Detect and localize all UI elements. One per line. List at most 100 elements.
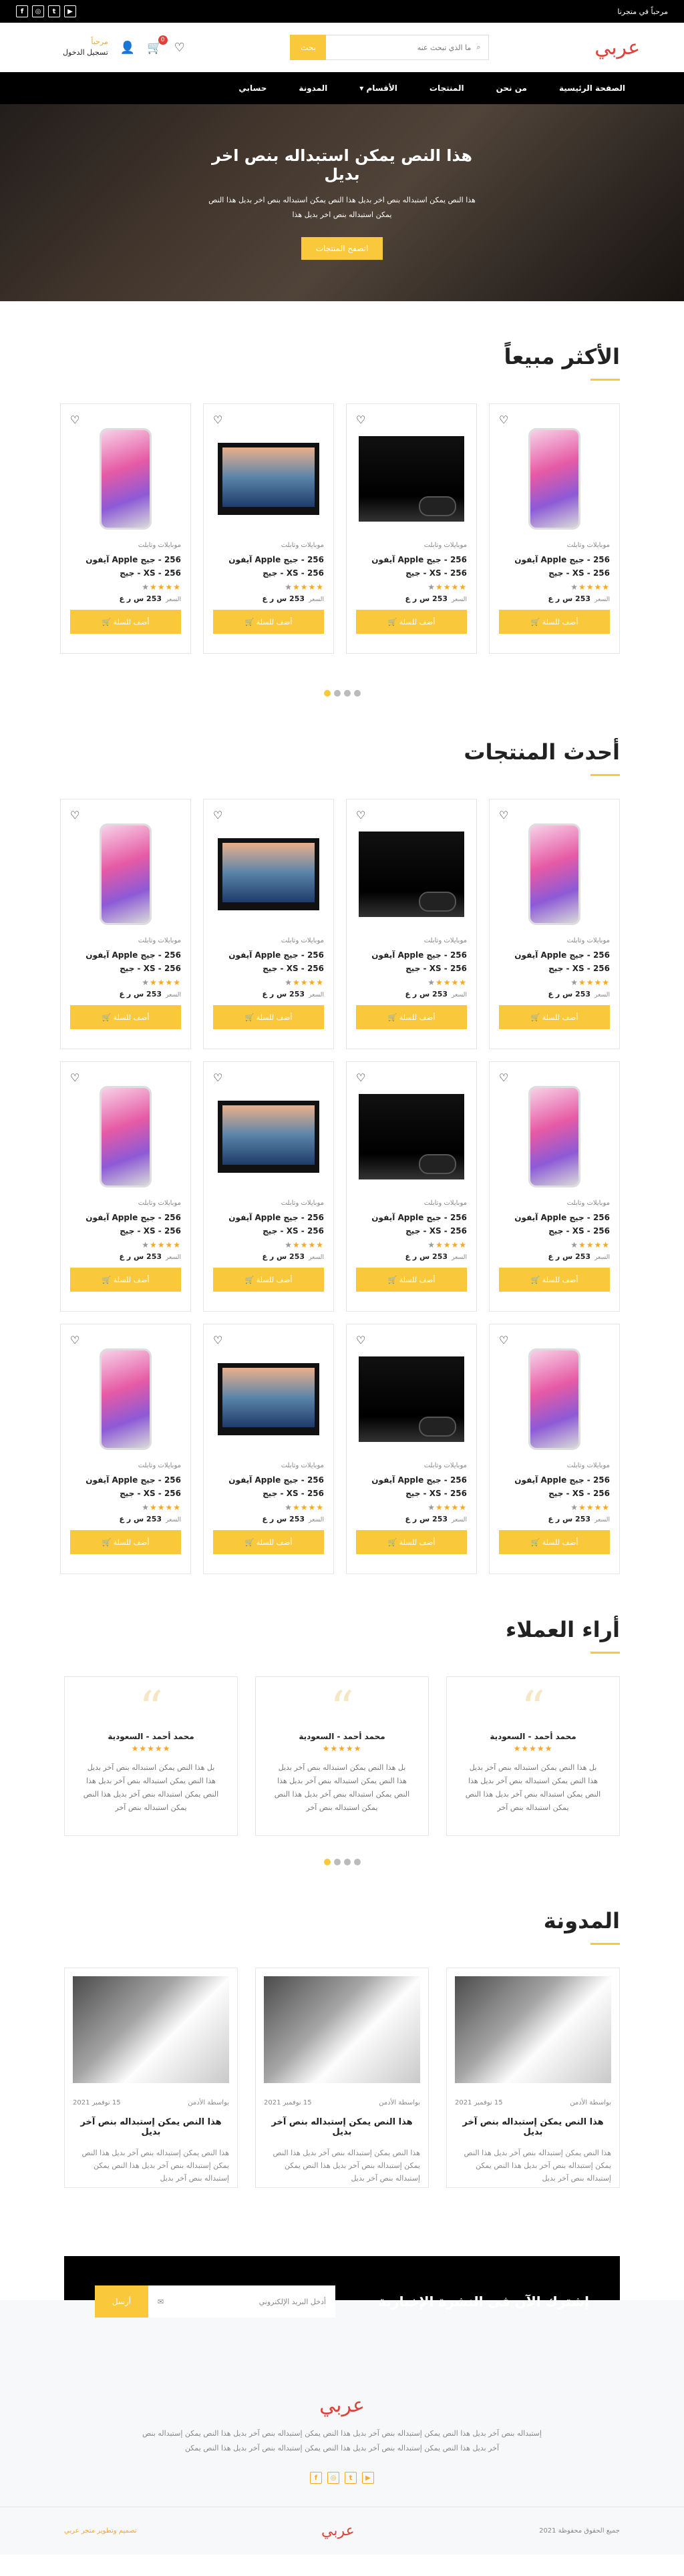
wishlist-icon[interactable]: ♡: [356, 809, 365, 821]
add-to-cart-button[interactable]: أضف للسلة 🛒: [70, 1005, 181, 1029]
wishlist-icon[interactable]: ♡: [70, 1334, 79, 1346]
carousel-dot[interactable]: [353, 690, 361, 697]
nav-categories[interactable]: الأقسام ▾: [359, 83, 397, 93]
carousel-dot-active[interactable]: [323, 690, 331, 697]
blog-title[interactable]: هذا النص يمكن إستبداله بنص آخر بديل: [264, 2117, 420, 2137]
youtube-icon[interactable]: ▶: [64, 5, 76, 17]
carousel-dot[interactable]: [343, 690, 351, 697]
product-card[interactable]: ♡ موبايلات وتابلت 256 - جيج Apple آيفون 25…: [346, 1324, 477, 1574]
product-name[interactable]: 256 - جيج Apple آيفون 256 - XS - جيج: [213, 553, 324, 580]
user-icon[interactable]: 👤: [120, 41, 135, 55]
wishlist-icon[interactable]: ♡: [356, 1334, 365, 1346]
wishlist-icon[interactable]: ♡: [70, 809, 79, 821]
facebook-icon[interactable]: f: [310, 2472, 322, 2484]
product-card[interactable]: ♡ موبايلات وتابلت 256 - جيج Apple آيفون 25…: [60, 799, 191, 1049]
nav-home[interactable]: الصفحة الرئيسية: [559, 83, 625, 93]
product-image[interactable]: [499, 821, 610, 928]
product-card[interactable]: ♡ موبايلات وتابلت 256 - جيج Apple آيفون 25…: [346, 1061, 477, 1312]
youtube-icon[interactable]: ▶: [362, 2472, 374, 2484]
product-name[interactable]: 256 - جيج Apple آيفون 256 - XS - جيج: [356, 1211, 467, 1238]
wishlist-icon[interactable]: ♡: [213, 1334, 222, 1346]
twitter-icon[interactable]: t: [48, 5, 60, 17]
product-image[interactable]: [70, 1346, 181, 1453]
product-image[interactable]: [499, 1083, 610, 1190]
product-name[interactable]: 256 - جيج Apple آيفون 256 - XS - جيج: [499, 948, 610, 975]
instagram-icon[interactable]: ◎: [327, 2472, 339, 2484]
wishlist-icon[interactable]: ♡: [499, 1334, 508, 1346]
product-name[interactable]: 256 - جيج Apple آيفون 256 - XS - جيج: [70, 948, 181, 975]
add-to-cart-button[interactable]: أضف للسلة 🛒: [499, 1268, 610, 1292]
add-to-cart-button[interactable]: أضف للسلة 🛒: [70, 610, 181, 634]
add-to-cart-button[interactable]: أضف للسلة 🛒: [499, 610, 610, 634]
product-card[interactable]: ♡ موبايلات وتابلت 256 - جيج Apple آيفون 25…: [60, 1061, 191, 1312]
product-name[interactable]: 256 - جيج Apple آيفون 256 - XS - جيج: [213, 1473, 324, 1500]
wishlist-icon[interactable]: ♡: [213, 809, 222, 821]
carousel-dot-active[interactable]: [323, 1859, 331, 1865]
blog-image[interactable]: [455, 1976, 611, 2083]
wishlist-icon[interactable]: ♡: [499, 413, 508, 426]
cart-icon[interactable]: 🛒 0: [147, 35, 168, 55]
product-name[interactable]: 256 - جيج Apple آيفون 256 - XS - جيج: [499, 553, 610, 580]
wishlist-icon[interactable]: ♡: [213, 413, 222, 426]
product-name[interactable]: 256 - جيج Apple آيفون 256 - XS - جيج: [499, 1473, 610, 1500]
add-to-cart-button[interactable]: أضف للسلة 🛒: [499, 1005, 610, 1029]
product-name[interactable]: 256 - جيج Apple آيفون 256 - XS - جيج: [356, 553, 467, 580]
wishlist-icon[interactable]: ♡: [499, 1071, 508, 1084]
product-name[interactable]: 256 - جيج Apple آيفون 256 - XS - جيج: [213, 948, 324, 975]
add-to-cart-button[interactable]: أضف للسلة 🛒: [213, 1005, 324, 1029]
search-button[interactable]: بحث: [290, 35, 327, 60]
add-to-cart-button[interactable]: أضف للسلة 🛒: [499, 1530, 610, 1554]
wishlist-icon[interactable]: ♡: [499, 809, 508, 821]
product-image[interactable]: [499, 1346, 610, 1453]
product-name[interactable]: 256 - جيج Apple آيفون 256 - XS - جيج: [356, 1473, 467, 1500]
nav-products[interactable]: المنتجات: [430, 83, 464, 93]
wishlist-icon[interactable]: ♡: [70, 413, 79, 426]
product-image[interactable]: [213, 425, 324, 532]
search-input[interactable]: ⌕ ما الذي تبحث عنه: [326, 35, 490, 60]
product-card[interactable]: ♡ موبايلات وتابلت 256 - جيج Apple آيفون 25…: [489, 799, 620, 1049]
product-image[interactable]: [213, 1083, 324, 1190]
product-card[interactable]: ♡ موبايلات وتابلت 256 - جيج Apple آيفون 25…: [60, 403, 191, 654]
blog-title[interactable]: هذا النص يمكن إستبداله بنص آخر بديل: [455, 2117, 611, 2137]
wishlist-icon[interactable]: ♡: [174, 41, 185, 55]
add-to-cart-button[interactable]: أضف للسلة 🛒: [70, 1268, 181, 1292]
wishlist-icon[interactable]: ♡: [356, 1071, 365, 1084]
product-name[interactable]: 256 - جيج Apple آيفون 256 - XS - جيج: [499, 1211, 610, 1238]
product-name[interactable]: 256 - جيج Apple آيفون 256 - XS - جيج: [356, 948, 467, 975]
product-name[interactable]: 256 - جيج Apple آيفون 256 - XS - جيج: [70, 553, 181, 580]
product-name[interactable]: 256 - جيج Apple آيفون 256 - XS - جيج: [213, 1211, 324, 1238]
instagram-icon[interactable]: ◎: [32, 5, 44, 17]
product-card[interactable]: ♡ موبايلات وتابلت 256 - جيج Apple آيفون 25…: [346, 403, 477, 654]
product-image[interactable]: [213, 821, 324, 928]
product-image[interactable]: [356, 821, 467, 928]
product-image[interactable]: [356, 1346, 467, 1453]
blog-card[interactable]: بواسطة الأدمن 15 نوفمبر 2021 هذا النص يمكن…: [446, 1968, 620, 2188]
carousel-dot[interactable]: [353, 1859, 361, 1865]
product-card[interactable]: ♡ موبايلات وتابلت 256 - جيج Apple آيفون 25…: [203, 403, 334, 654]
facebook-icon[interactable]: f: [16, 5, 28, 17]
footer-bottom-logo[interactable]: عربي: [321, 2523, 355, 2539]
nav-account[interactable]: حسابي: [238, 83, 267, 93]
product-name[interactable]: 256 - جيج Apple آيفون 256 - XS - جيج: [70, 1211, 181, 1238]
wishlist-icon[interactable]: ♡: [213, 1071, 222, 1084]
product-image[interactable]: [213, 1346, 324, 1453]
product-name[interactable]: 256 - جيج Apple آيفون 256 - XS - جيج: [70, 1473, 181, 1500]
carousel-dot[interactable]: [333, 1859, 341, 1865]
carousel-dot[interactable]: [343, 1859, 351, 1865]
site-logo[interactable]: عربي: [594, 36, 640, 59]
product-card[interactable]: ♡ موبايلات وتابلت 256 - جيج Apple آيفون 25…: [203, 1061, 334, 1312]
add-to-cart-button[interactable]: أضف للسلة 🛒: [213, 1268, 324, 1292]
nav-about[interactable]: من نحن: [496, 83, 527, 93]
add-to-cart-button[interactable]: أضف للسلة 🛒: [356, 1005, 467, 1029]
product-card[interactable]: ♡ موبايلات وتابلت 256 - جيج Apple آيفون 25…: [60, 1324, 191, 1574]
product-image[interactable]: [70, 821, 181, 928]
product-image[interactable]: [356, 425, 467, 532]
product-card[interactable]: ♡ موبايلات وتابلت 256 - جيج Apple آيفون 25…: [203, 1324, 334, 1574]
add-to-cart-button[interactable]: أضف للسلة 🛒: [70, 1530, 181, 1554]
email-field[interactable]: أدخل البريد الإلكتروني ✉: [148, 2285, 335, 2318]
product-card[interactable]: ♡ موبايلات وتابلت 256 - جيج Apple آيفون 25…: [489, 403, 620, 654]
account-link[interactable]: مرحباً تسجيل الدخول: [63, 37, 108, 58]
product-card[interactable]: ♡ موبايلات وتابلت 256 - جيج Apple آيفون 25…: [489, 1061, 620, 1312]
footer-logo[interactable]: عربي: [0, 2394, 684, 2417]
add-to-cart-button[interactable]: أضف للسلة 🛒: [213, 1530, 324, 1554]
